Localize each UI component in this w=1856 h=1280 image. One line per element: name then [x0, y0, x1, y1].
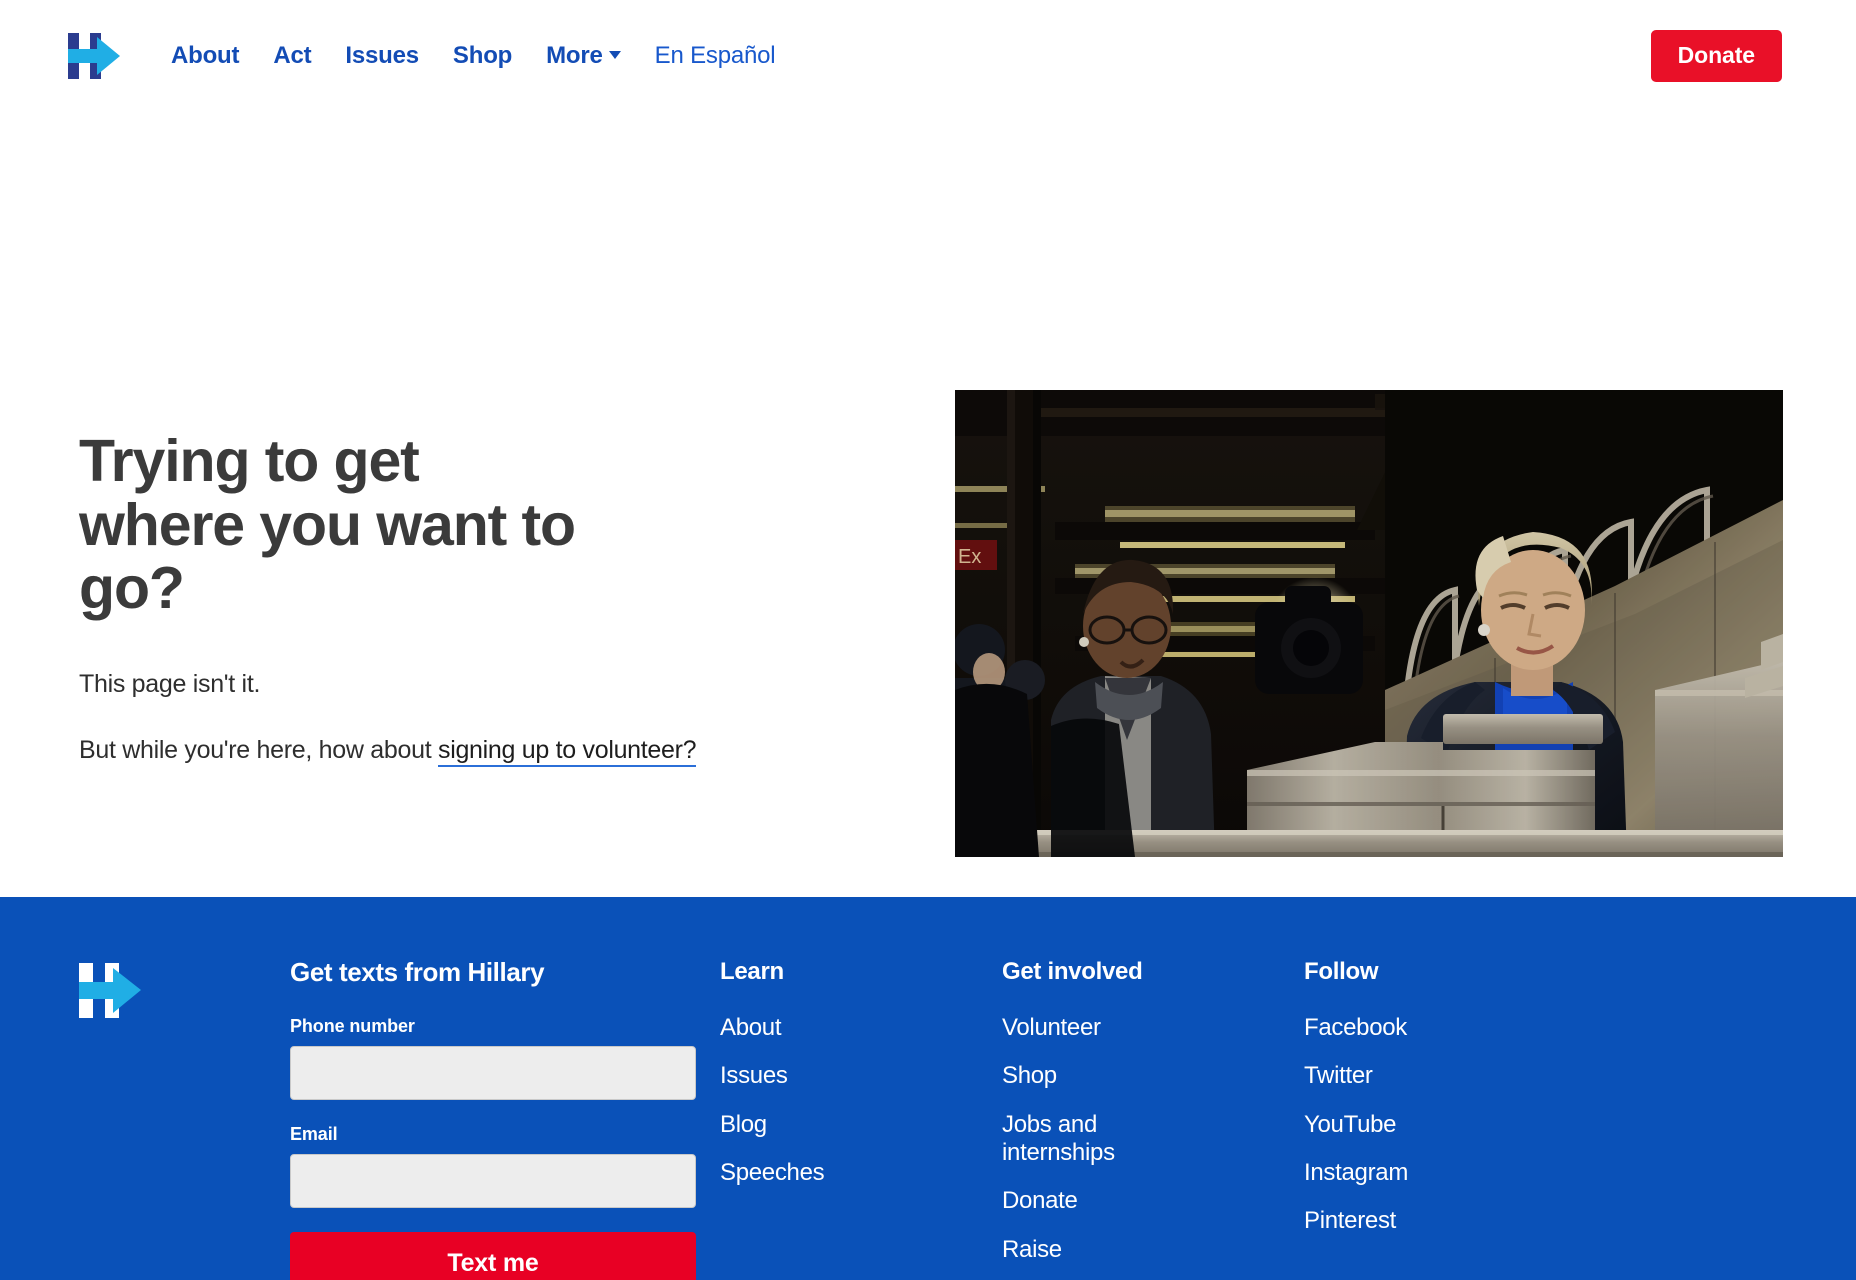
hero-section: Trying to get where you want to go? This…: [0, 112, 1856, 897]
hillary-h-arrow-logo-icon[interactable]: [68, 33, 120, 79]
hero-paragraph-2: But while you're here, how about signing…: [79, 731, 699, 769]
footer-logo-svg: [79, 963, 141, 1018]
footer-column-heading-learn: Learn: [720, 958, 784, 985]
nav-label-en-espanol: En Español: [654, 42, 776, 69]
logo-svg: [68, 33, 120, 79]
sms-signup-form: Get texts from Hillary Phone number Emai…: [290, 957, 720, 1280]
hero-copy: Trying to get where you want to go? This…: [79, 428, 699, 769]
footer-column-learn: Learn About Issues Blog Speeches: [720, 957, 1002, 1280]
footer-link-speeches[interactable]: Speeches: [720, 1159, 920, 1187]
footer-inner: Get texts from Hillary Phone number Emai…: [0, 897, 1856, 1280]
footer-hillary-h-arrow-logo-icon[interactable]: [79, 963, 141, 1018]
footer-link-about[interactable]: About: [720, 1014, 920, 1042]
footer-link-pinterest[interactable]: Pinterest: [1304, 1207, 1504, 1235]
site-footer: Get texts from Hillary Phone number Emai…: [0, 897, 1856, 1280]
site-header: About Act Issues Shop More En Español Do…: [0, 0, 1856, 112]
footer-link-volunteer[interactable]: Volunteer: [1002, 1014, 1202, 1042]
footer-link-donate[interactable]: Donate: [1002, 1187, 1202, 1215]
page-title-line-3: go?: [79, 555, 185, 622]
hero-photo: Ex: [955, 390, 1783, 857]
footer-link-shop[interactable]: Shop: [1002, 1062, 1202, 1090]
subway-photo-illustration: Ex: [955, 390, 1783, 857]
nav-item-about[interactable]: About: [154, 36, 256, 76]
hero-paragraph-2-prefix: But while you're here, how about: [79, 736, 438, 765]
email-label: Email: [290, 1124, 338, 1144]
phone-number-input[interactable]: [290, 1046, 696, 1100]
footer-logo-column: [0, 957, 290, 1280]
footer-column-follow: Follow Facebook Twitter YouTube Instagra…: [1304, 957, 1604, 1280]
text-me-button[interactable]: Text me: [290, 1232, 696, 1280]
chevron-down-icon: [608, 51, 621, 59]
nav-item-en-espanol[interactable]: En Español: [638, 36, 793, 76]
page-title-line-1: Trying to get: [79, 428, 420, 494]
phone-number-label: Phone number: [290, 1016, 415, 1036]
footer-link-raise[interactable]: Raise: [1002, 1236, 1202, 1264]
footer-link-instagram[interactable]: Instagram: [1304, 1159, 1504, 1187]
page-title: Trying to get where you want to go?: [79, 428, 699, 622]
nav-item-issues[interactable]: Issues: [328, 36, 436, 76]
footer-column-get-involved: Get involved Volunteer Shop Jobs and int…: [1002, 957, 1304, 1280]
nav-label-act: Act: [273, 42, 312, 69]
nav-item-shop[interactable]: Shop: [436, 36, 529, 76]
email-input[interactable]: [290, 1154, 696, 1208]
nav-label-more: More: [546, 42, 603, 69]
page-title-line-2: where you want to: [79, 491, 576, 558]
footer-column-heading-get-involved: Get involved: [1002, 958, 1143, 985]
sms-signup-heading: Get texts from Hillary: [290, 957, 545, 987]
footer-link-issues[interactable]: Issues: [720, 1062, 920, 1090]
footer-link-blog[interactable]: Blog: [720, 1111, 920, 1139]
footer-link-twitter[interactable]: Twitter: [1304, 1062, 1504, 1090]
volunteer-signup-link[interactable]: signing up to volunteer?: [438, 736, 697, 768]
nav-label-about: About: [171, 42, 240, 69]
footer-link-youtube[interactable]: YouTube: [1304, 1111, 1504, 1139]
footer-link-jobs-and-internships[interactable]: Jobs and internships: [1002, 1111, 1202, 1168]
hero-paragraph-1: This page isn't it.: [79, 670, 261, 699]
nav-label-issues: Issues: [345, 42, 419, 69]
nav-item-more[interactable]: More: [529, 36, 638, 76]
main-navigation: About Act Issues Shop More En Español: [154, 36, 792, 76]
donate-button[interactable]: Donate: [1650, 30, 1782, 82]
nav-item-act[interactable]: Act: [256, 36, 328, 76]
footer-column-heading-follow: Follow: [1304, 958, 1379, 985]
nav-label-shop: Shop: [452, 42, 513, 69]
footer-link-facebook[interactable]: Facebook: [1304, 1014, 1504, 1042]
